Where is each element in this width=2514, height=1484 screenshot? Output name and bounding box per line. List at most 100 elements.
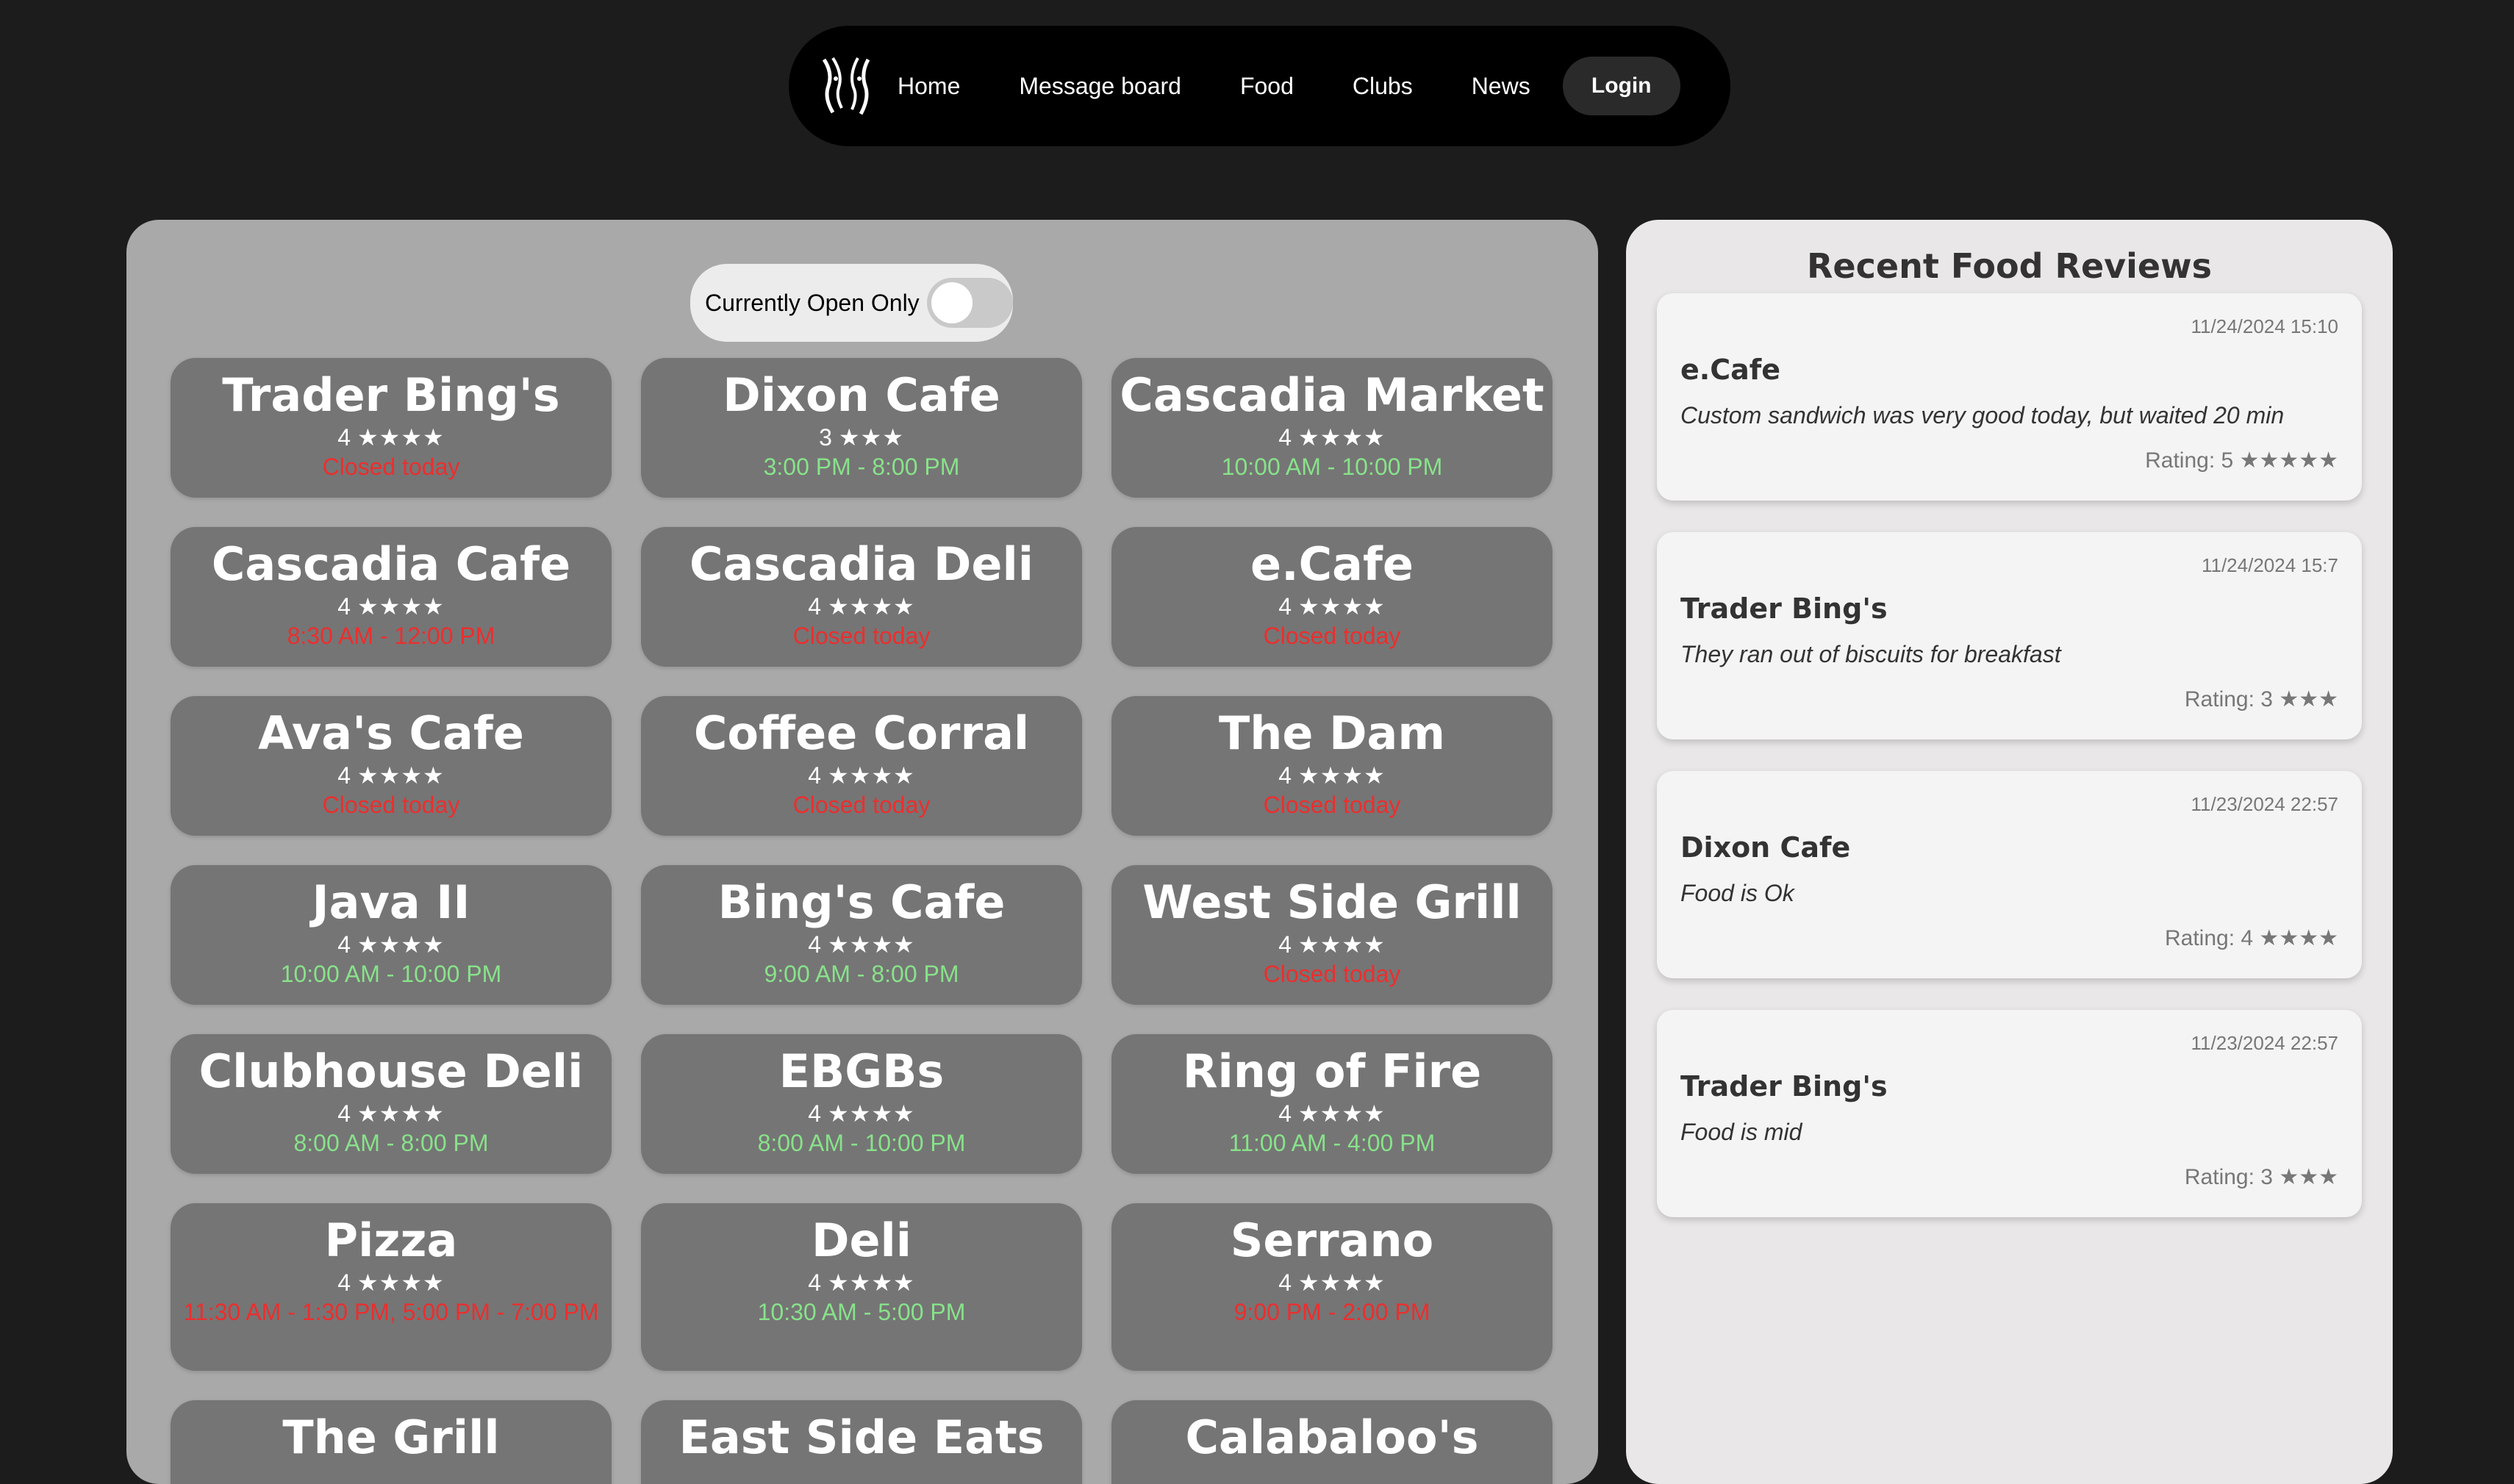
star-icons: ★★★★ [1297, 424, 1386, 451]
restaurant-rating: 4 ★★★★ [648, 1268, 1075, 1297]
restaurant-hours: 9:00 AM - 8:00 PM [764, 961, 959, 987]
restaurant-name: Clubhouse Deli [198, 1044, 584, 1098]
nav-food[interactable]: Food [1240, 73, 1294, 100]
restaurant-rating: 4 ★★★★ [648, 761, 1075, 790]
restaurant-card[interactable]: EBGBs 4 ★★★★ 8:00 AM - 10:00 PM [641, 1034, 1082, 1174]
restaurant-rating: 4 ★★★★ [1119, 930, 1545, 959]
restaurant-hours: 3:00 PM - 8:00 PM [763, 454, 960, 480]
star-icons: ★★★★ [1297, 931, 1386, 958]
toggle-knob[interactable] [931, 282, 973, 323]
restaurant-card[interactable]: The Grill [171, 1400, 612, 1484]
rating-number: 4 [337, 593, 351, 620]
star-icons: ★★★★ [357, 424, 445, 451]
logo-icon[interactable] [817, 51, 883, 121]
open-only-toggle[interactable] [926, 278, 1013, 328]
restaurant-card[interactable]: Dixon Cafe 3 ★★★ 3:00 PM - 8:00 PM [641, 358, 1082, 498]
open-only-label: Currently Open Only [705, 289, 920, 316]
restaurant-panel: Currently Open Only Trader Bing's 4 ★★★★ C… [126, 220, 1598, 1484]
star-icons: ★★★★ [827, 762, 915, 789]
restaurant-rating: 4 ★★★★ [648, 1099, 1075, 1128]
restaurant-hours: 10:00 AM - 10:00 PM [280, 961, 502, 987]
review-card[interactable]: 11/23/2024 22:57 Trader Bing's Food is mid… [1657, 1010, 2362, 1217]
star-icons: ★★★★ [357, 1100, 445, 1127]
star-icons: ★★★ [838, 424, 904, 451]
restaurant-card[interactable]: Coffee Corral 4 ★★★★ Closed today [641, 696, 1082, 836]
restaurant-rating: 4 ★★★★ [178, 592, 604, 621]
restaurant-rating: 4 ★★★★ [648, 930, 1075, 959]
restaurant-rating: 4 ★★★★ [178, 423, 604, 452]
rating-number: 4 [1278, 931, 1292, 958]
login-button[interactable]: Login [1562, 57, 1680, 115]
restaurant-name: Ava's Cafe [258, 706, 524, 760]
restaurant-name: Coffee Corral [693, 706, 1030, 760]
restaurant-name: Trader Bing's [222, 368, 560, 422]
restaurant-hours: 11:00 AM - 4:00 PM [1228, 1130, 1436, 1156]
restaurant-name: The Dam [1219, 706, 1445, 760]
rating-number: 4 [337, 424, 351, 451]
restaurant-name: EBGBs [778, 1044, 945, 1098]
review-rating-label: Rating: 5 [2145, 448, 2234, 473]
restaurant-name: The Grill [282, 1410, 500, 1464]
review-place: Dixon Cafe [1680, 831, 1851, 864]
restaurant-card[interactable]: Clubhouse Deli 4 ★★★★ 8:00 AM - 8:00 PM [171, 1034, 612, 1174]
restaurant-card[interactable]: Calabaloo's [1111, 1400, 1553, 1484]
restaurant-card[interactable]: Ava's Cafe 4 ★★★★ Closed today [171, 696, 612, 836]
restaurant-card[interactable]: Serrano 4 ★★★★ 9:00 PM - 2:00 PM [1111, 1203, 1553, 1371]
restaurant-name: Cascadia Market [1120, 368, 1544, 422]
rating-number: 4 [808, 762, 822, 789]
restaurant-rating: 4 ★★★★ [1119, 592, 1545, 621]
star-icons: ★★★★ [827, 593, 915, 620]
restaurant-rating: 4 ★★★★ [1119, 761, 1545, 790]
restaurant-hours: Closed today [792, 623, 931, 649]
restaurant-card[interactable]: Cascadia Cafe 4 ★★★★ 8:30 AM - 12:00 PM [171, 527, 612, 667]
rating-number: 4 [1278, 762, 1292, 789]
review-rating: Rating: 3 ★★★ [2185, 687, 2338, 712]
restaurant-hours: 8:30 AM - 12:00 PM [287, 623, 495, 649]
review-date: 11/24/2024 15:10 [2191, 315, 2338, 337]
restaurant-name: Cascadia Deli [690, 537, 1034, 591]
restaurant-hours: Closed today [1263, 961, 1401, 987]
review-rating-label: Rating: 4 [2165, 926, 2254, 950]
review-card[interactable]: 11/24/2024 15:10 e.Cafe Custom sandwich wa… [1657, 293, 2362, 501]
restaurant-name: Ring of Fire [1182, 1044, 1482, 1098]
restaurant-card[interactable]: Ring of Fire 4 ★★★★ 11:00 AM - 4:00 PM [1111, 1034, 1553, 1174]
restaurant-card[interactable]: Bing's Cafe 4 ★★★★ 9:00 AM - 8:00 PM [641, 865, 1082, 1005]
restaurant-card[interactable]: Deli 4 ★★★★ 10:30 AM - 5:00 PM [641, 1203, 1082, 1371]
restaurant-card[interactable]: Trader Bing's 4 ★★★★ Closed today [171, 358, 612, 498]
restaurant-rating: 4 ★★★★ [1119, 1099, 1545, 1128]
restaurant-card[interactable]: East Side Eats [641, 1400, 1082, 1484]
restaurant-card[interactable]: West Side Grill 4 ★★★★ Closed today [1111, 865, 1553, 1005]
nav-clubs[interactable]: Clubs [1353, 73, 1413, 100]
review-date: 11/24/2024 15:7 [2201, 554, 2338, 576]
restaurant-card[interactable]: Cascadia Deli 4 ★★★★ Closed today [641, 527, 1082, 667]
star-icons: ★★★★ [1297, 1100, 1386, 1127]
review-place: e.Cafe [1680, 354, 1781, 386]
restaurant-hours: Closed today [1263, 623, 1401, 649]
restaurant-hours: Closed today [1263, 792, 1401, 818]
restaurant-name: Pizza [324, 1214, 458, 1267]
review-text: Food is mid [1680, 1119, 1802, 1145]
restaurant-card[interactable]: Java II 4 ★★★★ 10:00 AM - 10:00 PM [171, 865, 612, 1005]
restaurant-card[interactable]: The Dam 4 ★★★★ Closed today [1111, 696, 1553, 836]
rating-number: 4 [1278, 424, 1292, 451]
review-rating: Rating: 4 ★★★★ [2165, 925, 2338, 951]
review-card[interactable]: 11/24/2024 15:7 Trader Bing's They ran out… [1657, 532, 2362, 739]
restaurant-hours: 10:30 AM - 5:00 PM [757, 1299, 966, 1325]
restaurant-hours: Closed today [792, 792, 931, 818]
restaurant-card[interactable]: e.Cafe 4 ★★★★ Closed today [1111, 527, 1553, 667]
nav-news[interactable]: News [1472, 73, 1530, 100]
review-card[interactable]: 11/23/2024 22:57 Dixon Cafe Food is Ok Rati… [1657, 771, 2362, 978]
review-star-icons: ★★★★★ [2239, 448, 2338, 473]
nav-message-board[interactable]: Message board [1019, 73, 1181, 100]
restaurant-rating: 4 ★★★★ [178, 1099, 604, 1128]
rating-number: 4 [1278, 593, 1292, 620]
nav-home[interactable]: Home [898, 73, 960, 100]
restaurant-name: e.Cafe [1250, 537, 1414, 591]
restaurant-name: West Side Grill [1142, 875, 1522, 929]
restaurant-hours: 8:00 AM - 10:00 PM [757, 1130, 966, 1156]
rating-number: 4 [808, 1269, 822, 1296]
restaurant-card[interactable]: Pizza 4 ★★★★ 11:30 AM - 1:30 PM, 5:00 PM -… [171, 1203, 612, 1371]
star-icons: ★★★★ [827, 931, 915, 958]
restaurant-card[interactable]: Cascadia Market 4 ★★★★ 10:00 AM - 10:00 PM [1111, 358, 1553, 498]
restaurant-name: Java II [312, 875, 470, 929]
